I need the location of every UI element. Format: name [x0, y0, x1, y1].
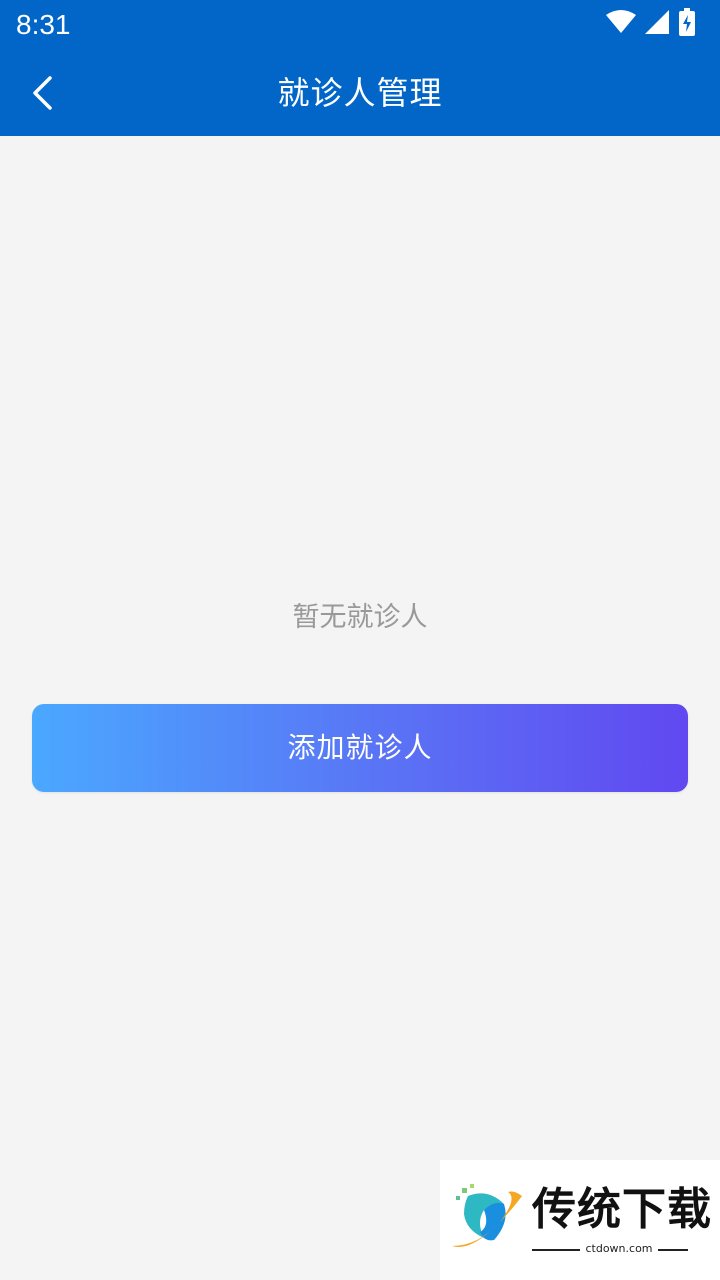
- watermark-divider-right: [658, 1249, 688, 1251]
- battery-charging-icon: [678, 8, 696, 40]
- title-bar: 就诊人管理: [0, 50, 720, 136]
- page-title: 就诊人管理: [277, 74, 443, 112]
- watermark: 传统下载 ctdown.com: [440, 1160, 720, 1280]
- cellular-signal-icon: [644, 9, 670, 39]
- empty-state-text: 暂无就诊人: [292, 602, 428, 633]
- wifi-icon: [606, 10, 636, 38]
- watermark-divider-left: [532, 1249, 580, 1251]
- status-icons: [606, 8, 696, 40]
- status-time: 8:31: [16, 9, 71, 40]
- watermark-name: 传统下载: [532, 1184, 712, 1235]
- status-bar: 8:31: [0, 0, 720, 50]
- add-patient-button[interactable]: 添加就诊人: [32, 704, 688, 792]
- watermark-domain: ctdown.com: [585, 1242, 653, 1255]
- watermark-logo-icon: [448, 1182, 526, 1258]
